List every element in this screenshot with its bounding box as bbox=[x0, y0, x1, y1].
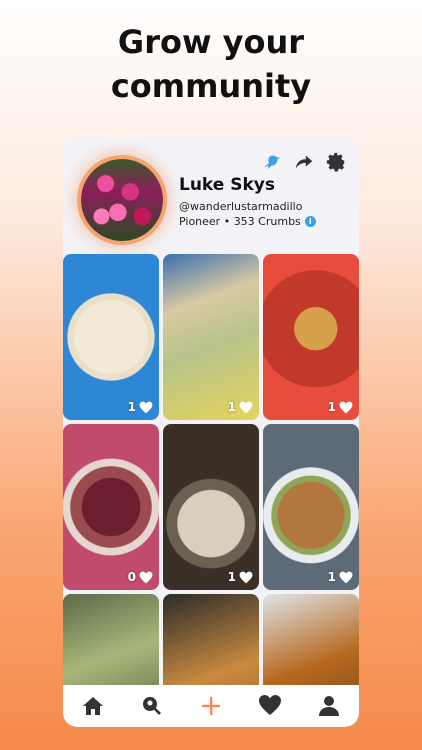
like-count: 1 bbox=[128, 400, 153, 414]
bottom-nav bbox=[63, 685, 359, 727]
profile-icon[interactable] bbox=[317, 694, 341, 718]
like-count: 1 bbox=[328, 400, 353, 414]
top-icons bbox=[261, 151, 347, 173]
avatar[interactable] bbox=[81, 159, 163, 241]
search-icon[interactable] bbox=[140, 694, 164, 718]
like-count: 1 bbox=[228, 400, 253, 414]
post-tile[interactable]: 1 bbox=[263, 424, 359, 590]
post-tile[interactable]: 1 bbox=[63, 254, 159, 420]
post-tile[interactable]: 1 bbox=[263, 254, 359, 420]
headline-line-1: Grow your bbox=[117, 23, 305, 61]
heart-icon[interactable] bbox=[139, 401, 153, 414]
profile-name: Luke Skys bbox=[179, 175, 275, 195]
profile-header: Luke Skys @wanderlustarmadillo Pioneer •… bbox=[63, 137, 359, 254]
info-icon[interactable]: i bbox=[304, 216, 316, 227]
profile-meta-text: Pioneer • 353 Crumbs bbox=[179, 215, 301, 228]
like-count: 1 bbox=[328, 570, 353, 584]
heart-icon[interactable] bbox=[339, 401, 353, 414]
heart-icon[interactable] bbox=[258, 694, 282, 718]
post-tile[interactable]: 1 bbox=[163, 254, 259, 420]
gear-icon[interactable] bbox=[325, 151, 347, 173]
post-tile[interactable]: 0 bbox=[63, 424, 159, 590]
profile-meta: Pioneer • 353 Crumbs i bbox=[179, 215, 316, 228]
heart-icon[interactable] bbox=[239, 571, 253, 584]
profile-handle: @wanderlustarmadillo bbox=[179, 200, 303, 213]
heart-icon[interactable] bbox=[239, 401, 253, 414]
like-count: 1 bbox=[228, 570, 253, 584]
like-count: 0 bbox=[128, 570, 153, 584]
headline: Grow your community bbox=[0, 20, 422, 108]
share-icon[interactable] bbox=[293, 151, 315, 173]
post-tile[interactable]: 1 bbox=[163, 424, 259, 590]
headline-line-2: community bbox=[110, 67, 312, 105]
post-grid: 1 1 1 0 1 1 bbox=[63, 254, 359, 727]
phone-screen: Luke Skys @wanderlustarmadillo Pioneer •… bbox=[63, 137, 359, 727]
heart-icon[interactable] bbox=[339, 571, 353, 584]
add-icon[interactable] bbox=[199, 694, 223, 718]
home-icon[interactable] bbox=[81, 694, 105, 718]
heart-icon[interactable] bbox=[139, 571, 153, 584]
bird-icon[interactable] bbox=[261, 151, 283, 173]
